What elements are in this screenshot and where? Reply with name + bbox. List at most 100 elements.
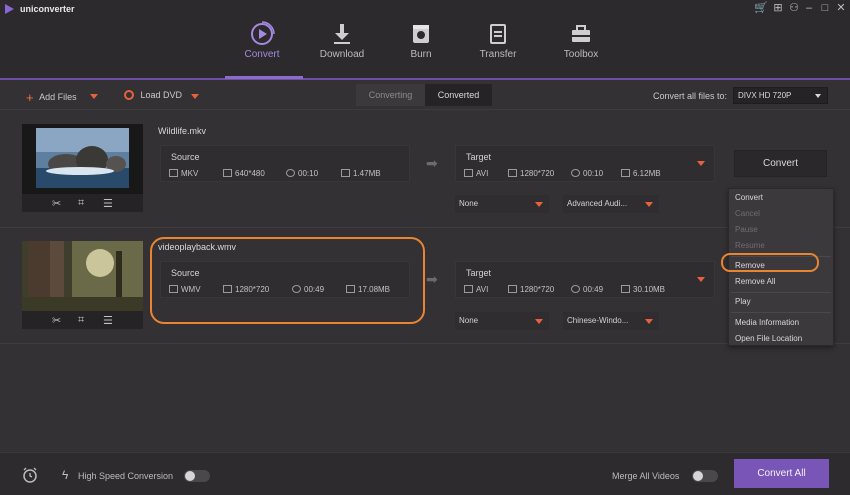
chevron-down-icon xyxy=(815,94,821,98)
load-dvd-dropdown-arrow[interactable] xyxy=(191,94,199,99)
high-speed-toggle[interactable] xyxy=(184,470,210,482)
top-navigation-bar: uniconverter 🛒 ⊞ ⚇ – □ ✕ Convert Downloa… xyxy=(0,0,850,80)
load-dvd-button[interactable]: Load DVD xyxy=(124,90,182,100)
arrow-right-icon: ➡ xyxy=(426,155,438,171)
crop-icon[interactable]: ⌗ xyxy=(78,314,84,327)
cart-icon[interactable]: 🛒 xyxy=(754,2,768,14)
menu-item-resume: Resume xyxy=(735,241,765,250)
video-thumbnail[interactable] xyxy=(22,124,143,194)
target-duration: 00:49 xyxy=(571,285,603,294)
subtitle-select[interactable]: None xyxy=(455,195,549,213)
tab-burn[interactable]: Burn xyxy=(386,18,456,78)
lightning-icon: ϟ xyxy=(62,468,69,482)
menu-item-pause: Pause xyxy=(735,225,758,234)
source-info: Source MKV 640*480 00:10 1.47MB xyxy=(160,145,410,182)
target-duration-value: 00:10 xyxy=(583,169,604,178)
maximize-icon[interactable]: □ xyxy=(819,2,831,14)
transfer-icon xyxy=(490,24,506,44)
user-icon[interactable]: ⚇ xyxy=(788,2,800,14)
high-speed-label: High Speed Conversion xyxy=(78,471,174,481)
film-icon xyxy=(464,285,473,293)
target-size: 30.10MB xyxy=(621,285,665,294)
chevron-down-icon xyxy=(535,319,543,324)
menu-item-open-file-location[interactable]: Open File Location xyxy=(735,334,802,343)
folder-icon xyxy=(621,169,630,177)
source-resolution-value: 640*480 xyxy=(235,169,265,178)
thumbnail-tools: ✂ ⌗ ☰ xyxy=(22,194,143,212)
source-duration-value: 00:10 xyxy=(298,169,319,178)
audio-select[interactable]: Advanced Audi... xyxy=(563,195,659,213)
toggle-knob xyxy=(185,471,195,481)
menu-item-play[interactable]: Play xyxy=(735,297,751,306)
add-files-button[interactable]: + Add Files xyxy=(26,90,77,105)
thumbnail-tools: ✂ ⌗ ☰ xyxy=(22,311,143,329)
target-info[interactable]: Target AVI 1280*720 00:49 30.10MB xyxy=(455,261,715,298)
menu-separator xyxy=(731,312,831,313)
tab-transfer[interactable]: Transfer xyxy=(463,18,533,78)
target-resolution-value: 1280*720 xyxy=(520,285,555,294)
menu-item-media-information[interactable]: Media Information xyxy=(735,318,799,327)
source-highlight-annotation xyxy=(150,237,425,324)
app-title: uniconverter xyxy=(20,4,75,14)
effects-icon[interactable]: ☰ xyxy=(103,197,113,210)
arrow-right-icon: ➡ xyxy=(426,271,438,287)
convert-all-button[interactable]: Convert All xyxy=(734,459,829,488)
active-tab-indicator xyxy=(225,76,303,79)
thumbnail-image xyxy=(22,241,143,311)
convert-play-icon xyxy=(251,21,275,45)
target-format: AVI xyxy=(464,285,488,294)
tab-toolbox[interactable]: Toolbox xyxy=(546,18,616,78)
audio-value: Advanced Audi... xyxy=(567,199,628,208)
burn-disc-icon xyxy=(413,25,429,43)
output-format-value: DIVX HD 720P xyxy=(738,91,792,100)
subtitle-select[interactable]: None xyxy=(455,312,549,330)
trim-icon[interactable]: ✂ xyxy=(52,197,61,210)
merge-all-toggle[interactable] xyxy=(692,470,718,482)
menu-item-remove-all[interactable]: Remove All xyxy=(735,277,775,286)
source-size: 1.47MB xyxy=(341,169,381,178)
toolbox-icon xyxy=(572,25,590,42)
tab-toolbox-label: Toolbox xyxy=(563,49,599,60)
tab-converted[interactable]: Converted xyxy=(425,84,492,106)
minimize-icon[interactable]: – xyxy=(803,2,815,14)
target-size-value: 30.10MB xyxy=(633,285,666,294)
subtitle-value: None xyxy=(459,199,479,208)
target-info[interactable]: Target AVI 1280*720 00:10 6.12MB xyxy=(455,145,715,182)
convert-button[interactable]: Convert xyxy=(734,150,827,177)
tab-convert[interactable]: Convert xyxy=(227,18,297,78)
source-size-value: 1.47MB xyxy=(353,169,381,178)
tab-converting[interactable]: Converting xyxy=(356,84,425,106)
alarm-clock-icon[interactable] xyxy=(22,467,38,483)
film-icon xyxy=(464,169,473,177)
crop-icon[interactable]: ⌗ xyxy=(78,197,84,210)
audio-select[interactable]: Chinese-Windo... xyxy=(563,312,659,330)
file-name: Wildlife.mkv xyxy=(158,126,207,136)
resolution-icon xyxy=(508,169,517,177)
chevron-down-icon xyxy=(645,319,653,324)
target-resolution: 1280*720 xyxy=(508,285,554,294)
effects-icon[interactable]: ☰ xyxy=(103,314,113,327)
video-thumbnail[interactable] xyxy=(22,241,143,311)
clock-icon xyxy=(571,169,580,177)
target-format: AVI xyxy=(464,169,488,178)
resolution-icon xyxy=(223,169,232,177)
source-duration: 00:10 xyxy=(286,169,318,178)
trim-icon[interactable]: ✂ xyxy=(52,314,61,327)
menu-item-convert[interactable]: Convert xyxy=(735,193,763,202)
target-dropdown-arrow[interactable] xyxy=(697,277,705,282)
target-caption: Target xyxy=(466,152,492,162)
add-files-dropdown-arrow[interactable] xyxy=(90,94,98,99)
target-dropdown-arrow[interactable] xyxy=(697,161,705,166)
film-icon xyxy=(169,169,178,177)
download-icon xyxy=(334,24,350,44)
folder-icon xyxy=(341,169,350,177)
subtitle-value: None xyxy=(459,316,479,325)
output-format-select[interactable]: DIVX HD 720P xyxy=(733,87,828,104)
tab-convert-label: Convert xyxy=(244,49,280,60)
gift-icon[interactable]: ⊞ xyxy=(772,2,784,14)
clock-icon xyxy=(571,285,580,293)
tab-download-label: Download xyxy=(319,49,365,60)
resolution-icon xyxy=(508,285,517,293)
tab-download[interactable]: Download xyxy=(307,18,377,78)
close-icon[interactable]: ✕ xyxy=(835,2,847,14)
